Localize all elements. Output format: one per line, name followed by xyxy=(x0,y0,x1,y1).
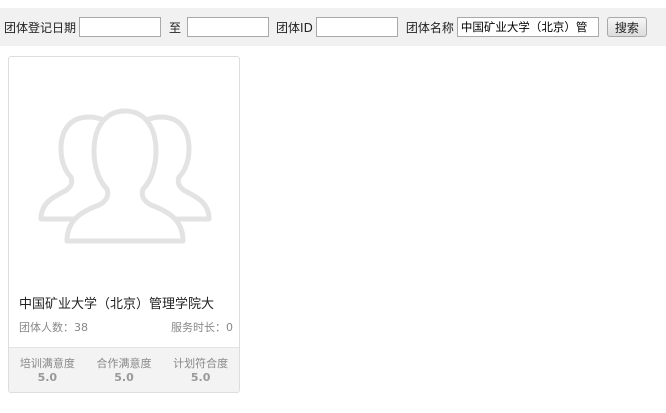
stat-value: 5.0 xyxy=(37,371,58,384)
plan-conformity-stat: 计划符合度 5.0 xyxy=(173,357,229,392)
group-name-label: 团体名称 xyxy=(405,20,454,35)
date-range-separator: 至 xyxy=(169,20,182,35)
search-filter-bar: 团体登记日期 至 团体ID 团体名称 搜索 xyxy=(0,8,666,46)
stat-label: 计划符合度 xyxy=(173,357,229,370)
service-hours-value: 0 xyxy=(226,321,233,334)
group-name-title: 中国矿业大学（北京）管理学院大 xyxy=(19,297,215,312)
stat-value: 5.0 xyxy=(190,371,211,384)
member-count-label: 团体人数： xyxy=(19,321,74,334)
cooperation-satisfaction-stat: 合作满意度 5.0 xyxy=(96,357,152,392)
reg-date-to-input[interactable] xyxy=(187,17,270,37)
reg-date-from-input[interactable] xyxy=(79,17,162,37)
training-satisfaction-stat: 培训满意度 5.0 xyxy=(19,357,75,392)
stat-label: 合作满意度 xyxy=(96,357,152,370)
stat-value: 5.0 xyxy=(114,371,134,384)
stat-label: 培训满意度 xyxy=(19,357,75,370)
group-id-label: 团体ID xyxy=(276,20,313,35)
rating-stats: 培训满意度 5.0 合作满意度 5.0 计划符合度 5.0 xyxy=(9,347,239,392)
member-count-value: 38 xyxy=(74,321,88,334)
group-meta-row: 团体人数：38 服务时长：0 xyxy=(19,319,233,335)
search-button[interactable]: 搜索 xyxy=(606,17,647,37)
group-card[interactable]: 中国矿业大学（北京）管理学院大 团体人数：38 服务时长：0 培训满意度 5.0… xyxy=(8,56,240,393)
reg-date-label: 团体登记日期 xyxy=(4,20,77,35)
member-count: 团体人数：38 xyxy=(19,319,88,335)
service-hours: 服务时长：0 xyxy=(171,319,233,335)
group-name-input[interactable] xyxy=(456,17,599,37)
service-hours-label: 服务时长： xyxy=(171,321,226,334)
group-avatar-icon xyxy=(38,108,212,244)
group-id-input[interactable] xyxy=(315,17,398,37)
